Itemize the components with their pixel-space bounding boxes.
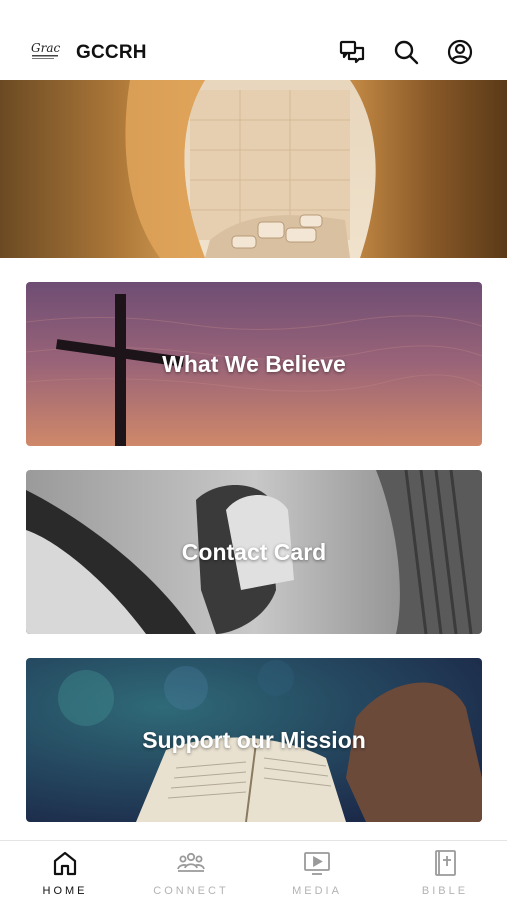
home-screen: Grac GCCRH What We Believe Contact Card … — [0, 0, 507, 900]
church-logo[interactable]: Grac — [30, 40, 62, 62]
app-header: Grac GCCRH — [0, 0, 507, 80]
chat-icon[interactable] — [338, 38, 366, 66]
card-label: Contact Card — [181, 538, 327, 565]
tab-label: HOME — [42, 885, 88, 897]
card-support-our-mission[interactable]: Support our Mission — [26, 658, 482, 822]
tab-label: CONNECT — [153, 885, 229, 897]
card-contact-card[interactable]: Contact Card — [26, 470, 482, 634]
account-icon[interactable] — [446, 38, 474, 66]
card-label: What We Believe — [162, 350, 346, 377]
bible-icon — [435, 850, 456, 876]
tab-label: MEDIA — [292, 885, 342, 897]
play-icon — [304, 852, 330, 875]
tab-connect[interactable]: CONNECT — [136, 849, 246, 900]
home-icon — [53, 851, 77, 876]
tab-bible[interactable]: BIBLE — [390, 849, 500, 900]
hero-image — [0, 80, 507, 258]
search-icon[interactable] — [392, 38, 420, 66]
card-what-we-believe[interactable]: What We Believe — [26, 282, 482, 446]
tab-home[interactable]: HOME — [10, 849, 120, 900]
people-icon — [177, 852, 205, 872]
tab-label: BIBLE — [421, 885, 469, 897]
tab-media[interactable]: MEDIA — [262, 849, 372, 900]
card-label: Support our Mission — [142, 726, 366, 753]
svg-text:Grac: Grac — [31, 41, 60, 55]
app-title: GCCRH — [76, 42, 147, 63]
bottom-tab-bar: HOME CONNECT MEDIA BIBLE — [0, 840, 507, 900]
